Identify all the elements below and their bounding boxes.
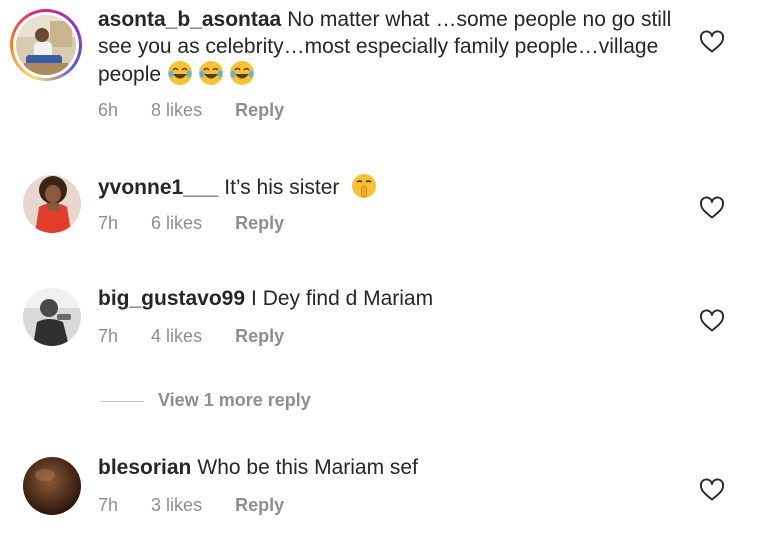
avatar[interactable] (16, 15, 76, 75)
comment-body: Who be this Mariam sef (197, 456, 418, 479)
avatar[interactable] (23, 175, 81, 233)
comment-likes[interactable]: 4 likes (151, 326, 202, 346)
avatar-image (23, 175, 81, 233)
joy-emoji-icon (167, 61, 192, 85)
avatar[interactable] (23, 288, 81, 346)
reply-button[interactable]: Reply (235, 495, 284, 515)
comment-text: yvonne1___ It’s his sister (98, 173, 678, 202)
comment-time: 7h (98, 213, 119, 233)
avatar[interactable] (23, 457, 81, 515)
comment-likes[interactable]: 6 likes (151, 213, 202, 233)
reply-button[interactable]: Reply (235, 326, 284, 346)
shushing-emoji-icon (352, 174, 377, 198)
comment-text: asonta_b_asontaa No matter what …some peo… (98, 7, 678, 89)
reply-button[interactable]: Reply (235, 100, 284, 120)
comment-body: It’s his sister (224, 176, 340, 199)
comment-meta: 7h 4 likes Reply (98, 326, 312, 347)
comment-meta: 7h 3 likes Reply (98, 495, 312, 516)
joy-emoji-icon (229, 61, 254, 85)
avatar-image (23, 457, 81, 515)
comment-username[interactable]: asonta_b_asontaa (98, 8, 281, 31)
comment-username[interactable]: blesorian (98, 456, 191, 479)
comment-likes[interactable]: 3 likes (151, 495, 202, 515)
comment-meta: 7h 6 likes Reply (98, 213, 312, 234)
comment-meta: 6h 8 likes Reply (98, 100, 312, 121)
comment-time: 7h (98, 326, 119, 346)
comment-time: 7h (98, 495, 119, 515)
reply-button[interactable]: Reply (235, 213, 284, 233)
story-ring[interactable] (10, 9, 82, 81)
like-heart-icon[interactable] (699, 196, 725, 220)
comment-likes[interactable]: 8 likes (151, 100, 202, 120)
like-heart-icon[interactable] (699, 309, 725, 333)
comment-time: 6h (98, 100, 119, 120)
comment-username[interactable]: big_gustavo99 (98, 287, 245, 310)
avatar-image (16, 15, 76, 75)
comment-text: big_gustavo99 I Dey find d Mariam (98, 286, 678, 313)
comment-body: I Dey find d Mariam (251, 287, 434, 310)
comment-username[interactable]: yvonne1___ (98, 176, 218, 199)
view-more-replies-label[interactable]: View 1 more reply (158, 390, 311, 411)
like-heart-icon[interactable] (699, 478, 725, 502)
comment-text: blesorian Who be this Mariam sef (98, 455, 678, 482)
like-heart-icon[interactable] (699, 30, 725, 54)
view-more-divider (100, 401, 144, 402)
joy-emoji-icon (198, 61, 223, 85)
avatar-image (23, 288, 81, 346)
